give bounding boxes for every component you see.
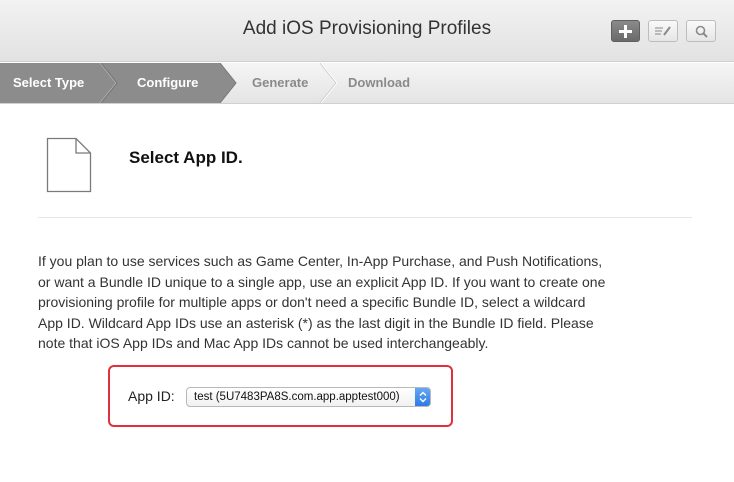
edit-icon bbox=[655, 26, 671, 36]
description-line: App ID. Wildcard App IDs use an asterisk… bbox=[38, 314, 594, 331]
step-select-type: Select Type bbox=[13, 75, 85, 90]
document-icon bbox=[46, 137, 92, 193]
description-line: note that iOS App IDs and Mac App IDs ca… bbox=[38, 335, 489, 351]
edit-button[interactable] bbox=[648, 20, 678, 42]
search-icon bbox=[695, 25, 708, 38]
divider bbox=[38, 217, 692, 218]
description-line: or want a Bundle ID unique to a single a… bbox=[38, 273, 606, 290]
page-title: Select App ID. bbox=[129, 148, 243, 167]
add-button[interactable] bbox=[611, 20, 640, 42]
steps-bar: Select Type Configure Generate Download bbox=[0, 63, 734, 104]
step-configure: Configure bbox=[137, 75, 199, 90]
app-id-label: App ID: bbox=[128, 388, 175, 404]
description-line: If you plan to use services such as Game… bbox=[38, 253, 603, 269]
step-generate: Generate bbox=[252, 75, 309, 90]
step-download: Download bbox=[348, 75, 411, 90]
description-text: If you plan to use services such as Game… bbox=[38, 251, 658, 354]
search-button[interactable] bbox=[686, 20, 716, 42]
description-line: provisioning profile for multiple apps o… bbox=[38, 294, 586, 310]
plus-icon bbox=[619, 24, 632, 38]
app-id-select[interactable]: test (5U7483PA8S.com.app.apptest000) bbox=[186, 387, 431, 407]
updown-chevron-icon bbox=[415, 388, 430, 406]
header-bar: Add iOS Provisioning Profiles bbox=[0, 0, 734, 62]
app-id-select-value: test (5U7483PA8S.com.app.apptest000) bbox=[194, 391, 400, 403]
